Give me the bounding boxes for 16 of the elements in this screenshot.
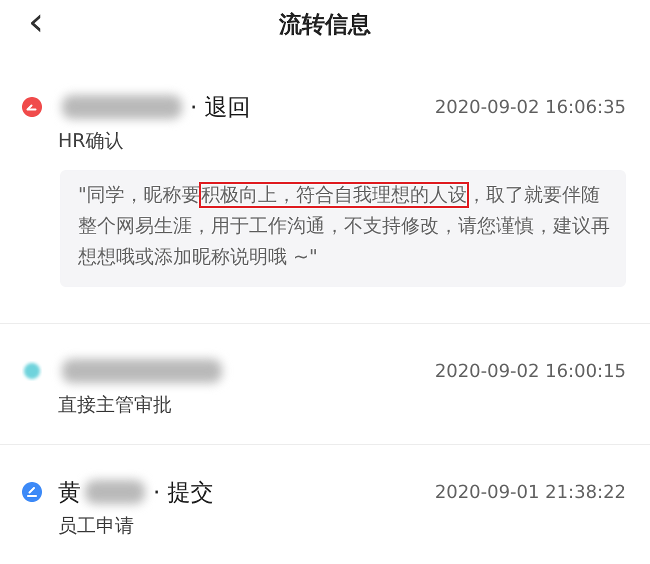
- step-label: HR确认: [58, 129, 124, 154]
- step-label: 员工申请: [58, 514, 135, 539]
- pen-icon: [22, 482, 42, 502]
- person-name: 黄: [58, 478, 81, 508]
- blurred-name: [85, 480, 145, 504]
- action-label: · 提交: [153, 478, 214, 508]
- comment-text: "同学，昵称要积极向上，符合自我理想的人设，取了就要伴随整个网易生涯，用于工作沟通，不支持修改，请您谨慎，建议再想想哦或添加昵称说明哦 ~": [60, 170, 626, 287]
- step-label: 直接主管审批: [58, 393, 173, 418]
- timestamp: 2020-09-02 16:06:35: [434, 96, 626, 118]
- back-button[interactable]: ‹: [28, 2, 44, 42]
- return-icon: [22, 97, 42, 117]
- action-label: · 退回: [190, 94, 251, 122]
- status-dot: [22, 361, 42, 381]
- timestamp: 2020-09-02 16:00:15: [434, 360, 626, 382]
- page-title: 流转信息: [279, 10, 371, 40]
- timestamp: 2020-09-01 21:38:22: [434, 482, 626, 502]
